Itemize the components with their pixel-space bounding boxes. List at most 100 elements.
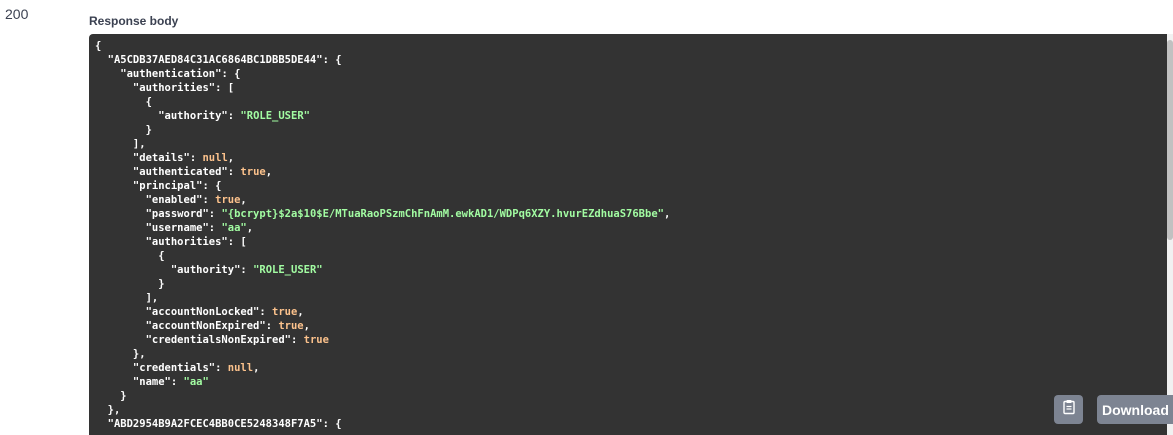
code-line: "principal": { xyxy=(95,179,670,193)
download-button[interactable]: Download xyxy=(1097,395,1173,424)
code-token-punc: : [ xyxy=(227,236,247,248)
code-token-punc: : xyxy=(240,264,254,276)
code-token-punc: , xyxy=(303,320,310,332)
code-token-key: "authority" xyxy=(95,110,228,122)
code-token-punc: : xyxy=(189,152,203,164)
code-token-punc: { xyxy=(95,40,102,52)
code-token-punc: { xyxy=(95,250,165,262)
code-line: "accountNonLocked": true, xyxy=(95,305,670,319)
code-token-punc: , xyxy=(246,222,254,234)
code-token-key: "principal" xyxy=(95,180,203,192)
code-token-punc: ], xyxy=(95,138,146,150)
code-token-key: "accountNonExpired" xyxy=(95,320,266,332)
code-token-key: "authorities" xyxy=(95,82,216,94)
code-token-punc: }, xyxy=(95,404,121,416)
code-token-str: "aa" xyxy=(183,376,209,388)
code-token-lit: true xyxy=(215,194,241,206)
code-token-lit: true xyxy=(272,306,298,318)
code-token-punc: , xyxy=(240,194,247,206)
code-line: ], xyxy=(95,137,670,151)
code-line: "credentialsNonExpired": true xyxy=(95,333,670,347)
code-token-punc: } xyxy=(95,124,152,136)
code-token-punc: ], xyxy=(95,292,159,304)
code-token-key: "ABD2954B9A2FCEC4BB0CE5248348F7A5" xyxy=(95,418,323,430)
code-token-punc: : xyxy=(227,110,241,122)
code-token-punc: : [ xyxy=(215,82,235,94)
code-token-punc: , xyxy=(227,152,235,164)
code-line: }, xyxy=(95,403,670,417)
code-token-punc: : { xyxy=(202,180,222,192)
code-line: "password": "{bcrypt}$2a$10$E/MTuaRaoPSz… xyxy=(95,207,671,221)
response-body-title: Response body xyxy=(89,14,179,28)
code-token-key: "password" xyxy=(95,208,209,220)
code-token-key: "A5CDB37AED84C31AC6864BC1DBB5DE44" xyxy=(95,54,323,66)
code-token-key: "authentication" xyxy=(95,68,222,80)
code-token-punc: : xyxy=(265,320,279,332)
code-line: "enabled": true, xyxy=(95,193,670,207)
code-token-key: "authority" xyxy=(95,264,241,276)
code-line: "ABD2954B9A2FCEC4BB0CE5248348F7A5": { xyxy=(95,417,670,431)
code-token-punc: : { xyxy=(221,68,241,80)
code-token-lit: true xyxy=(303,334,329,346)
code-token-lit: true xyxy=(278,320,304,332)
code-token-punc: }, xyxy=(95,348,146,360)
code-token-punc: { xyxy=(95,96,152,108)
code-token-key: "credentialsNonExpired" xyxy=(95,334,291,346)
code-line: "accountNonExpired": true, xyxy=(95,319,670,333)
code-line: ], xyxy=(95,291,670,305)
code-token-punc: : xyxy=(208,222,222,234)
code-token-punc: } xyxy=(95,390,127,402)
code-line: "details": null, xyxy=(95,151,670,165)
code-line: }, xyxy=(95,347,670,361)
code-token-key: "authenticated" xyxy=(95,166,228,178)
code-token-lit: null xyxy=(202,152,228,164)
clipboard-icon xyxy=(1061,399,1077,420)
code-token-str: "ROLE_USER" xyxy=(240,110,310,122)
response-body-code[interactable]: { "A5CDB37AED84C31AC6864BC1DBB5DE44": { … xyxy=(89,34,1173,435)
code-token-punc: : xyxy=(170,376,184,388)
code-token-punc: : xyxy=(227,166,241,178)
code-line: "name": "aa" xyxy=(95,375,670,389)
code-token-key: "name" xyxy=(95,376,171,388)
code-line: { xyxy=(95,95,670,109)
code-token-punc: , xyxy=(265,166,273,178)
code-token-punc: : xyxy=(259,306,273,318)
code-line: { xyxy=(95,249,670,263)
code-token-key: "enabled" xyxy=(95,194,203,206)
code-token-punc: , xyxy=(253,362,260,374)
code-line: } xyxy=(95,389,670,403)
code-token-punc: , xyxy=(297,306,304,318)
code-line: "authorities": [ xyxy=(95,81,670,95)
code-token-punc: : xyxy=(208,208,222,220)
code-token-punc: : { xyxy=(322,418,342,430)
code-line: "authority": "ROLE_USER" xyxy=(95,263,670,277)
code-line: "A5CDB37AED84C31AC6864BC1DBB5DE44": { xyxy=(95,53,670,67)
code-line: { xyxy=(95,39,670,53)
code-token-str: "ROLE_USER" xyxy=(253,264,323,276)
code-token-str: "{bcrypt}$2a$10$E/MTuaRaoPSzmChFnAmM.ewk… xyxy=(221,208,664,220)
code-line: "authenticated": true, xyxy=(95,165,670,179)
code-token-str: "aa" xyxy=(221,222,247,234)
code-token-key: "username" xyxy=(95,222,209,234)
response-body-text: { "A5CDB37AED84C31AC6864BC1DBB5DE44": { … xyxy=(95,39,670,431)
code-line: } xyxy=(95,123,670,137)
code-token-lit: true xyxy=(240,166,266,178)
code-token-punc: , xyxy=(663,208,671,220)
code-token-lit: null xyxy=(227,362,254,374)
code-token-key: "authorities" xyxy=(95,236,228,248)
code-token-key: "credentials" xyxy=(95,362,216,374)
code-token-punc: : xyxy=(202,194,216,206)
response-status-code: 200 xyxy=(5,6,29,22)
code-token-key: "details" xyxy=(95,152,190,164)
code-token-punc: : xyxy=(290,334,304,346)
copy-to-clipboard-button[interactable] xyxy=(1054,395,1083,424)
code-line: "credentials": null, xyxy=(95,361,670,375)
code-line: "authority": "ROLE_USER" xyxy=(95,109,670,123)
code-line: "authorities": [ xyxy=(95,235,670,249)
code-line: "username": "aa", xyxy=(95,221,670,235)
code-line: "authentication": { xyxy=(95,67,670,81)
code-token-key: "accountNonLocked" xyxy=(95,306,260,318)
scrollbar-thumb[interactable] xyxy=(1167,40,1173,240)
code-line: } xyxy=(95,277,670,291)
code-token-punc: : xyxy=(215,362,228,374)
